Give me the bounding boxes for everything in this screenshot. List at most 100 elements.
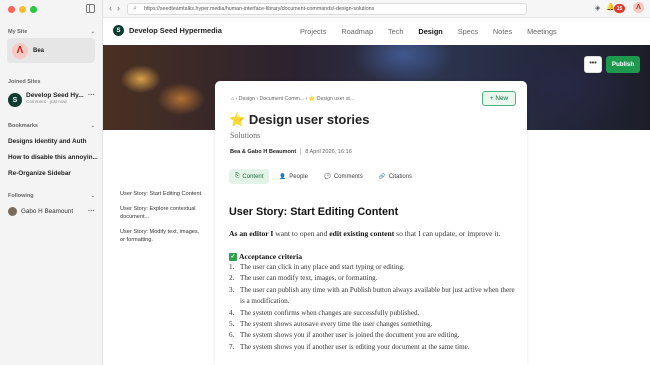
chevron-down-icon: ⌄ bbox=[90, 193, 95, 199]
more-options-icon[interactable]: ··· bbox=[88, 208, 95, 215]
list-item[interactable]: 3. The user can publish any time with an … bbox=[229, 285, 519, 308]
my-site-card[interactable]: Λ Bea bbox=[7, 38, 95, 63]
search-icon: ⌕ bbox=[133, 5, 137, 12]
more-options-icon[interactable]: ··· bbox=[88, 92, 95, 99]
bookmarks-label: Bookmarks bbox=[8, 123, 38, 129]
new-button-label: New bbox=[495, 95, 509, 102]
sidebar-toggle-icon[interactable] bbox=[86, 4, 95, 13]
joined-site-subtitle: Comment · just now bbox=[26, 99, 67, 104]
list-item[interactable]: 4. The system confirms when changes are s… bbox=[229, 308, 519, 319]
publish-button[interactable]: Publish bbox=[606, 56, 640, 73]
site-brand[interactable]: S Develop Seed Hypermedia bbox=[113, 25, 222, 36]
page-subtitle: Solutions bbox=[230, 131, 261, 140]
url-input[interactable]: ⌕ https://seedteamtalks.hyper.media/huma… bbox=[127, 3, 527, 15]
joined-sites-label: Joined Sites bbox=[8, 79, 41, 85]
nav-specs[interactable]: Specs bbox=[458, 27, 478, 36]
forward-arrow-icon[interactable]: › bbox=[117, 3, 120, 13]
back-arrow-icon[interactable]: ‹ bbox=[109, 3, 112, 13]
section-heading: User Story: Start Editing Content bbox=[229, 206, 399, 218]
tab-comments[interactable]: 💬 Comments bbox=[318, 170, 369, 184]
authors[interactable]: Bea & Gabo H Beaumont bbox=[230, 149, 296, 155]
tab-label: Comments bbox=[333, 173, 363, 180]
site-avatar: Λ bbox=[12, 42, 28, 59]
my-site-name: Bea bbox=[33, 47, 45, 54]
intro-text-end: so that I can update, or improve it. bbox=[394, 229, 501, 238]
document-icon: ⎘ bbox=[235, 173, 240, 179]
zoom-window-button[interactable] bbox=[30, 6, 37, 13]
new-button[interactable]: + New bbox=[482, 91, 516, 106]
list-item-text: The system shows you if another user is … bbox=[240, 342, 470, 351]
my-site-section-header[interactable]: My Site ⌄ bbox=[8, 29, 95, 35]
tab-content[interactable]: ⎘ Content bbox=[229, 169, 270, 184]
browser-toolbar: ‹ › ⌕ https://seedteamtalks.hyper.media/… bbox=[103, 0, 650, 18]
toc-item[interactable]: User Story: Modify text, images, or form… bbox=[120, 228, 205, 244]
list-item-text: The system shows you if another user is … bbox=[240, 331, 460, 340]
url-text: https://seedteamtalks.hyper.media/human-… bbox=[144, 6, 375, 12]
joined-sites-section-header[interactable]: Joined Sites bbox=[8, 79, 95, 85]
page-title: ⭐ Design user stories bbox=[229, 112, 369, 128]
seed-logo-icon: S bbox=[113, 25, 124, 36]
nav-tech[interactable]: Tech bbox=[388, 27, 403, 36]
list-item-text: The system confirms when changes are suc… bbox=[240, 308, 420, 317]
list-item[interactable]: 1. The user can click in any place and st… bbox=[229, 262, 519, 273]
nav-design[interactable]: Design bbox=[418, 27, 442, 36]
breadcrumb[interactable]: ⌂ › Design › Document Comm... › ⭐ Design… bbox=[231, 96, 354, 102]
list-item[interactable]: 2. The user can modify text, images, or f… bbox=[229, 273, 519, 284]
list-item[interactable]: 5. The system shows autosave every time t… bbox=[229, 319, 519, 330]
intro-text: want to open and bbox=[273, 229, 330, 238]
title-text: Design user stories bbox=[248, 112, 370, 127]
checkmark-icon: ✓ bbox=[229, 252, 237, 261]
tab-label: Citations bbox=[388, 173, 413, 180]
account-avatar[interactable]: Λ bbox=[633, 2, 644, 13]
intro-bold-edit: edit existing content bbox=[329, 229, 395, 238]
brand-name: Develop Seed Hypermedia bbox=[129, 26, 222, 35]
intro-bold-editor: As an editor I bbox=[229, 229, 274, 238]
list-item[interactable]: 7. The system shows you if another user i… bbox=[229, 342, 519, 353]
toc-item[interactable]: User Story: Explore contextual document.… bbox=[120, 205, 205, 221]
joined-site-item[interactable]: S Develop Seed Hy... Comment · just now … bbox=[8, 92, 96, 107]
nav-roadmap[interactable]: Roadmap bbox=[341, 27, 373, 36]
avatar bbox=[8, 207, 17, 216]
minimize-window-button[interactable] bbox=[19, 6, 26, 13]
more-button[interactable]: ••• bbox=[584, 56, 602, 73]
history-arrows: ‹ › bbox=[109, 3, 120, 13]
list-item[interactable]: 6. The system shows you if another user i… bbox=[229, 330, 519, 341]
following-section-header[interactable]: Following ⌄ bbox=[8, 193, 95, 199]
site-header: S Develop Seed Hypermedia Projects Roadm… bbox=[103, 18, 650, 45]
app-window: My Site ⌄ Λ Bea Joined Sites S Develop S… bbox=[0, 0, 650, 365]
tab-label: People bbox=[289, 173, 308, 180]
nav-meetings[interactable]: Meetings bbox=[527, 27, 557, 36]
people-icon: 👤 bbox=[279, 173, 287, 180]
tab-label: Content bbox=[242, 173, 264, 180]
bookmark-item[interactable]: Re-Organize Sidebar bbox=[8, 170, 71, 177]
my-site-label: My Site bbox=[8, 29, 28, 35]
comment-icon: 💬 bbox=[323, 173, 331, 180]
following-item[interactable]: Gabo H Beamount ··· bbox=[8, 207, 96, 216]
toc-item[interactable]: User Story: Start Editing Content bbox=[120, 190, 205, 198]
nav-projects[interactable]: Projects bbox=[300, 27, 326, 36]
bookmark-item[interactable]: How to disable this annoyin... bbox=[8, 154, 98, 161]
close-window-button[interactable] bbox=[8, 6, 15, 13]
publish-date: 8 April 2026, 16:16 bbox=[305, 148, 352, 155]
list-item-text: The user can click in any place and star… bbox=[240, 263, 405, 271]
following-name: Gabo H Beamount bbox=[21, 208, 74, 215]
nav-notes[interactable]: Notes bbox=[493, 27, 512, 36]
star-icon: ⭐ bbox=[229, 112, 246, 127]
bookmark-item[interactable]: Designs Identity and Auth bbox=[8, 138, 87, 145]
rss-icon[interactable]: ◈ bbox=[595, 4, 600, 12]
tab-citations[interactable]: 🔗 Citations bbox=[373, 170, 418, 184]
notification-badge[interactable]: 15 bbox=[614, 4, 625, 13]
criteria-heading: ✓ Acceptance criteria bbox=[229, 252, 519, 261]
list-item-text: The user can modify text, images, or for… bbox=[240, 274, 378, 283]
bookmarks-section-header[interactable]: Bookmarks ⌄ bbox=[8, 123, 95, 129]
following-label: Following bbox=[8, 193, 34, 199]
tab-people[interactable]: 👤 People bbox=[273, 170, 314, 184]
document-meta: Bea & Gabo H Beaumont 8 April 2026, 16:1… bbox=[230, 148, 352, 155]
table-of-contents: User Story: Start Editing Content User S… bbox=[120, 190, 205, 251]
intro-paragraph[interactable]: As an editor I want to open and edit exi… bbox=[229, 228, 519, 240]
criteria-title: Acceptance criteria bbox=[239, 252, 303, 261]
link-icon: 🔗 bbox=[378, 173, 386, 180]
seed-logo-icon: S bbox=[8, 93, 22, 107]
chevron-down-icon: ⌄ bbox=[90, 29, 95, 35]
document-content: User Story: Start Editing Content As an … bbox=[229, 206, 519, 353]
